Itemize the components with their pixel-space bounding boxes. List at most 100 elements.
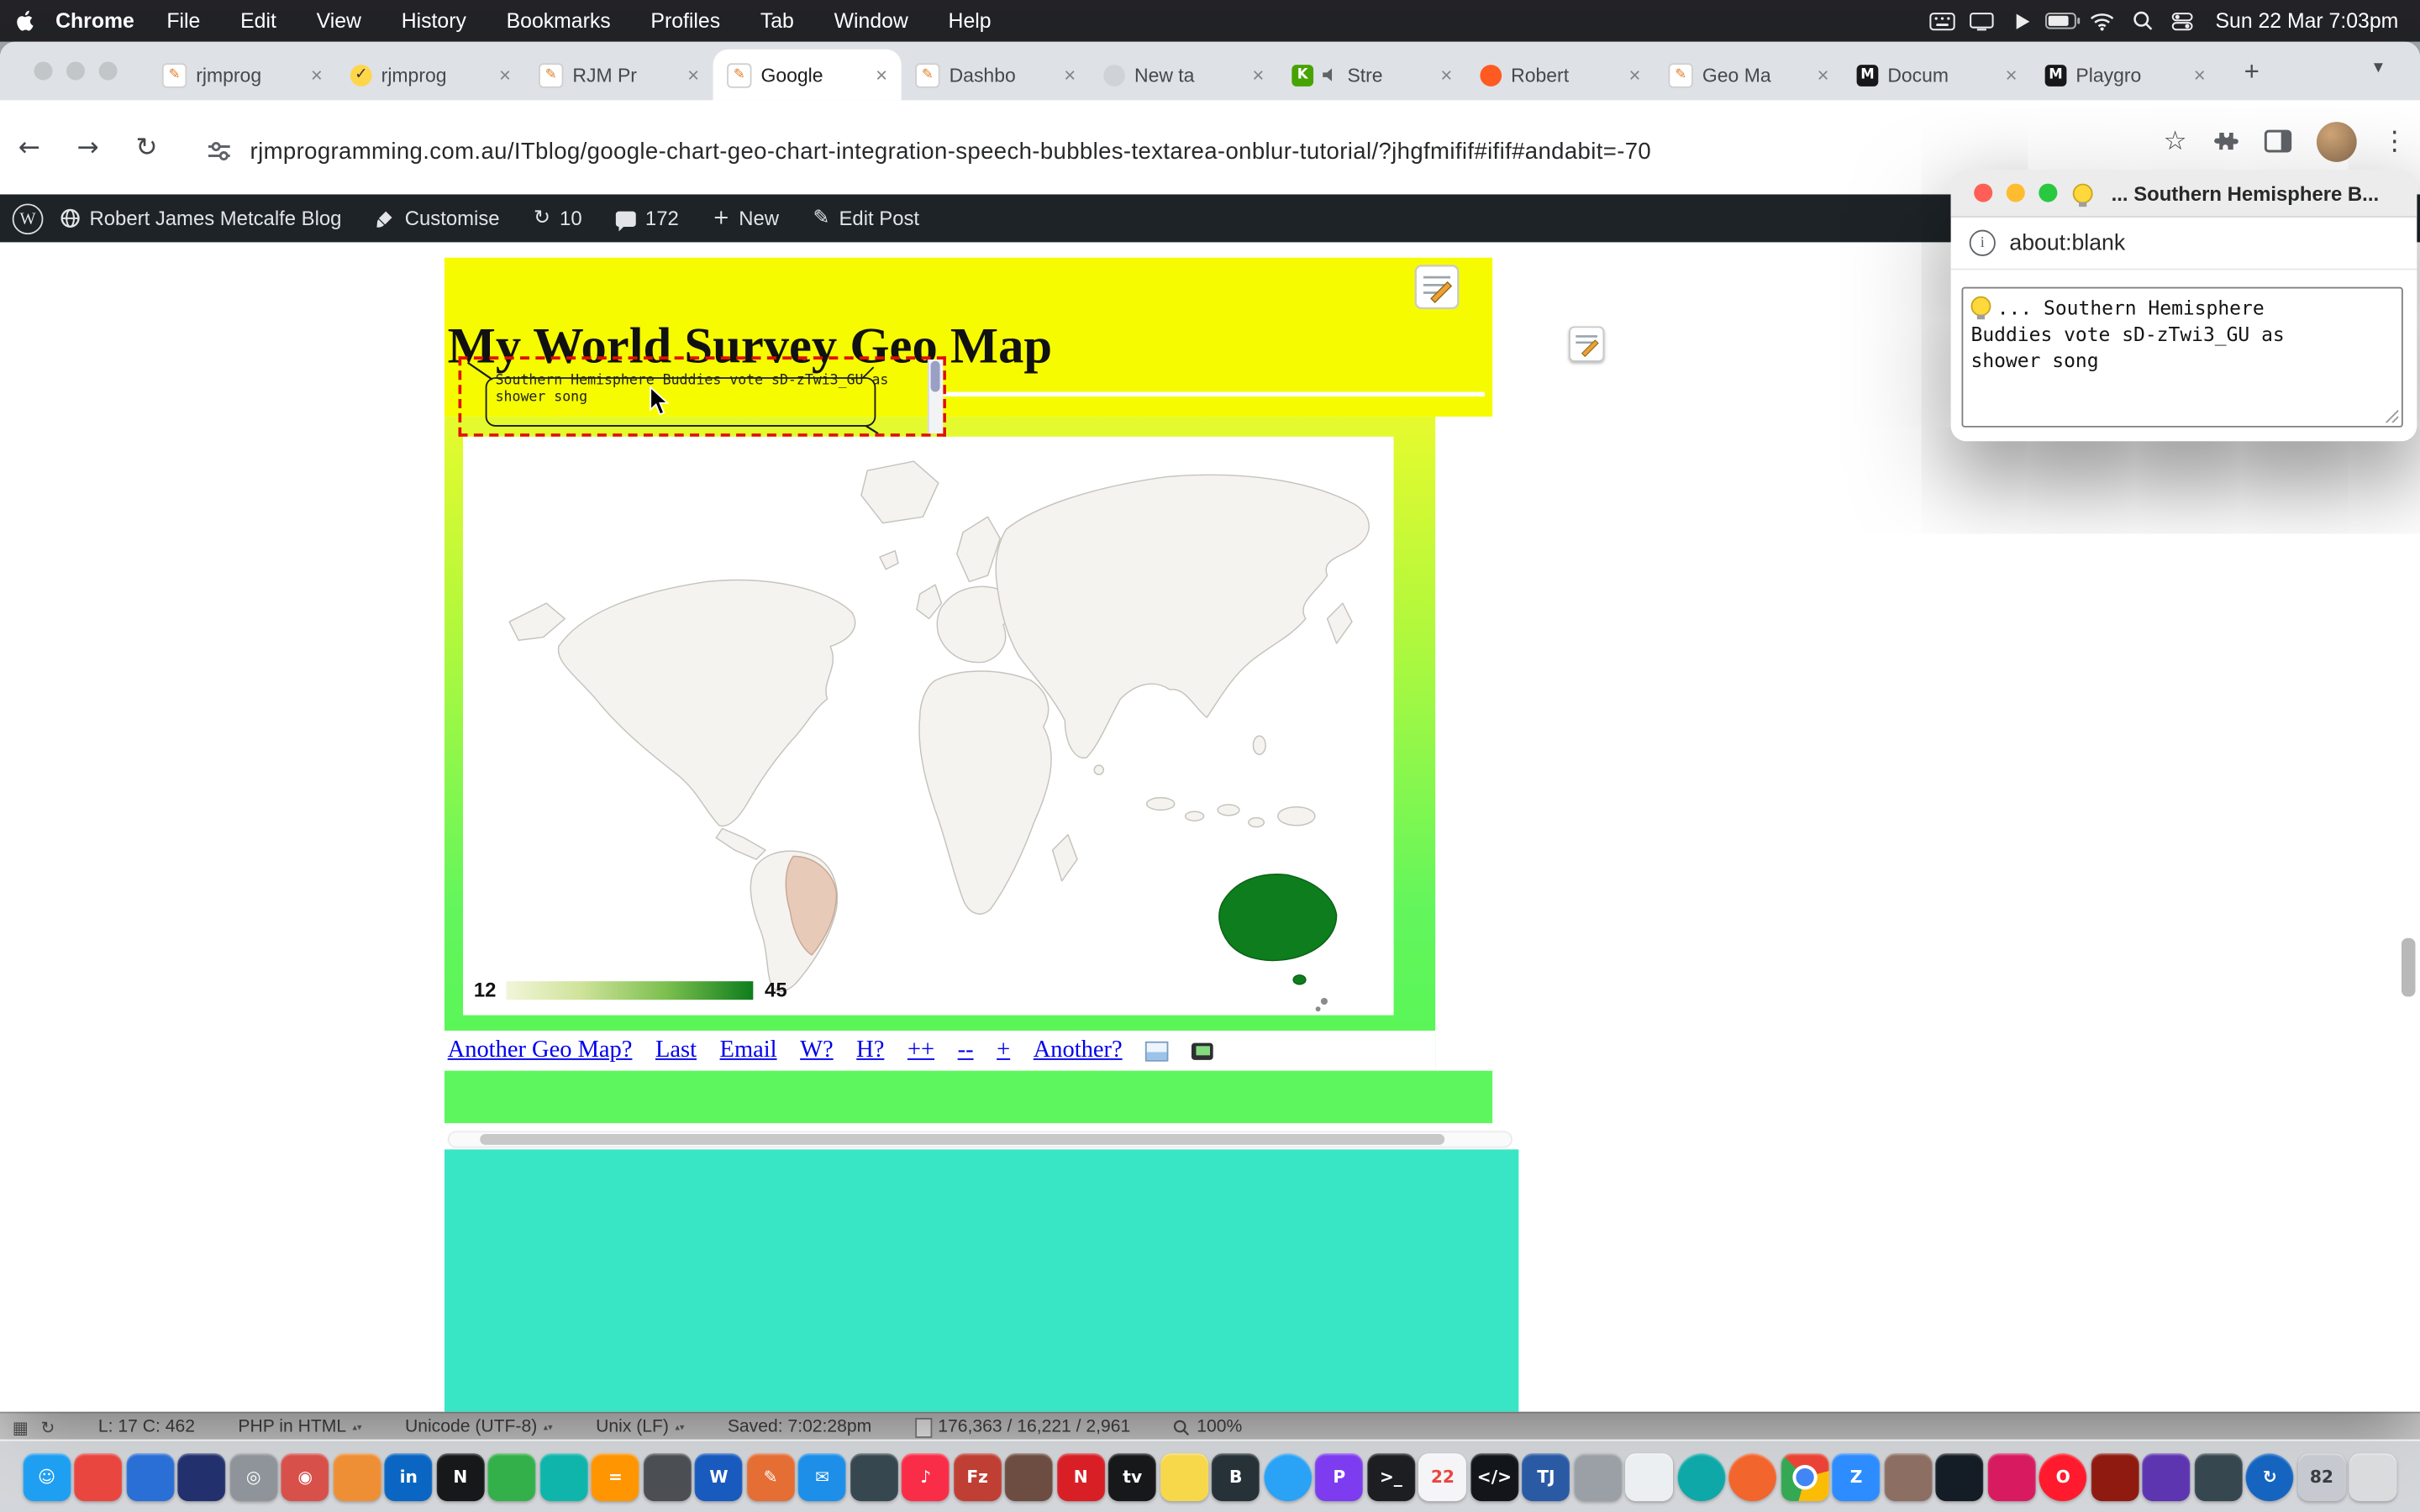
dock-icon-filezilla[interactable]: Fz: [954, 1453, 1002, 1501]
tab-audio-icon[interactable]: [1323, 67, 1338, 82]
page-link-email[interactable]: Email: [720, 1037, 777, 1064]
browser-tab-docum[interactable]: MDocum×: [1843, 50, 2031, 101]
site-name-item[interactable]: Robert James Metcalfe Blog: [43, 207, 358, 230]
page-link-another[interactable]: Another?: [1034, 1037, 1123, 1064]
menu-item-tab[interactable]: Tab: [740, 9, 814, 33]
dock-icon-app-violet[interactable]: [2143, 1453, 2191, 1501]
dock-icon-apple-tv[interactable]: tv: [1108, 1453, 1156, 1501]
popup-titlebar[interactable]: ... Southern Hemisphere B...: [1951, 170, 2417, 218]
menu-item-history[interactable]: History: [381, 9, 487, 33]
encoding-menu[interactable]: Unicode (UTF-8)▴▾: [405, 1418, 553, 1436]
control-center-icon[interactable]: [2163, 12, 2203, 30]
dock-icon-app-darkred[interactable]: [2091, 1453, 2139, 1501]
tab-close-button[interactable]: ×: [311, 65, 323, 85]
dock-icon-launchpad[interactable]: [75, 1453, 123, 1501]
menu-item-help[interactable]: Help: [929, 9, 1012, 33]
dock-icon-sync[interactable]: ↻: [2246, 1453, 2294, 1501]
close-window-button[interactable]: [1974, 184, 1992, 202]
dock-icon-notes[interactable]: [1160, 1453, 1208, 1501]
tab-close-button[interactable]: ×: [2194, 65, 2206, 85]
dock-icon-system-settings[interactable]: ◎: [229, 1453, 277, 1501]
minimize-window-button[interactable]: [2007, 184, 2025, 202]
dock-icon-app-teal-round[interactable]: [1677, 1453, 1725, 1501]
photo-icon[interactable]: [1145, 1041, 1169, 1061]
tab-close-button[interactable]: ×: [2006, 65, 2018, 85]
tab-close-button[interactable]: ×: [1252, 65, 1264, 85]
dock-icon-app-purple[interactable]: P: [1315, 1453, 1363, 1501]
back-button[interactable]: ←: [0, 132, 59, 163]
zoom-level[interactable]: 100%: [1174, 1418, 1243, 1436]
forward-button[interactable]: →: [59, 132, 118, 163]
dock-icon-zoom[interactable]: Z: [1833, 1453, 1881, 1501]
address-bar[interactable]: rjmprogramming.com.au/ITblog/google-char…: [207, 128, 2034, 174]
updates-item[interactable]: ↻ 10: [517, 207, 599, 230]
speech-bubble-textarea[interactable]: Southern Hemisphere Buddies vote sD-zTwi…: [459, 356, 946, 437]
browser-tab-rjm-pr[interactable]: ✎RJM Pr×: [524, 50, 713, 101]
popup-url-text[interactable]: about:blank: [2009, 231, 2125, 255]
horizontal-scrollbar[interactable]: [448, 1131, 1512, 1147]
notepad-edit-icon[interactable]: [1413, 264, 1460, 310]
dock-icon-tj-app[interactable]: TJ: [1522, 1453, 1570, 1501]
notepad-edit-icon-small[interactable]: [1568, 326, 1605, 363]
profile-avatar[interactable]: [2317, 122, 2357, 162]
minimize-window-button[interactable]: [66, 61, 85, 80]
dock-icon-app-taupe[interactable]: [1884, 1453, 1932, 1501]
browser-tab-geo-ma[interactable]: ✎Geo Ma×: [1655, 50, 1843, 101]
page-link-w[interactable]: W?: [800, 1037, 834, 1064]
dock-icon-app-charcoal[interactable]: [643, 1453, 691, 1501]
page-link-[interactable]: ++: [908, 1037, 934, 1064]
dock-icon-safari[interactable]: [1264, 1453, 1312, 1501]
page-link-h[interactable]: H?: [856, 1037, 884, 1064]
language-menu[interactable]: PHP in HTML▴▾: [238, 1418, 361, 1436]
menu-item-profiles[interactable]: Profiles: [631, 9, 740, 33]
wifi-icon[interactable]: [2083, 12, 2123, 30]
menu-item-edit[interactable]: Edit: [220, 9, 296, 33]
browser-tab-stre[interactable]: KStre×: [1278, 50, 1466, 101]
dock-icon-app-teal[interactable]: [539, 1453, 587, 1501]
menu-item-file[interactable]: File: [147, 9, 221, 33]
zoom-window-button[interactable]: [99, 61, 118, 80]
customise-item[interactable]: Customise: [359, 207, 517, 230]
browser-tab-robert[interactable]: Robert×: [1466, 50, 1655, 101]
browser-tab-rjmprog[interactable]: ✓rjmprog×: [336, 50, 524, 101]
dock-icon-photo-booth[interactable]: [850, 1453, 898, 1501]
browser-tab-playgro[interactable]: MPlaygro×: [2031, 50, 2219, 101]
dock-icon-word[interactable]: W: [695, 1453, 743, 1501]
tab-search-chevron-icon[interactable]: ▾: [2374, 55, 2383, 77]
site-settings-icon[interactable]: [207, 139, 231, 163]
new-tab-button[interactable]: +: [2235, 55, 2269, 89]
dock-icon-netflix[interactable]: N: [1057, 1453, 1105, 1501]
play-icon[interactable]: [2002, 12, 2043, 30]
popup-textarea[interactable]: ... Southern HemisphereBuddies vote sD-z…: [1961, 287, 2402, 428]
dock-icon-linkedin[interactable]: in: [385, 1453, 433, 1501]
active-app-name[interactable]: Chrome: [55, 9, 134, 33]
dock-icon-app-pink[interactable]: [1987, 1453, 2035, 1501]
browser-tab-google[interactable]: ✎Google×: [713, 50, 902, 101]
dock-icon-textedit[interactable]: ✎: [747, 1453, 795, 1501]
bookmark-star-icon[interactable]: ☆: [2164, 127, 2187, 158]
menu-dots-icon[interactable]: ⋮: [2381, 127, 2407, 158]
dock-icon-app-gray[interactable]: [1574, 1453, 1622, 1501]
display-icon[interactable]: [1962, 12, 2002, 30]
hscroll-thumb[interactable]: [480, 1134, 1444, 1145]
tab-close-button[interactable]: ×: [1818, 65, 1829, 85]
world-map[interactable]: [463, 437, 1394, 1016]
browser-tab-new-ta[interactable]: New ta×: [1090, 50, 1278, 101]
tab-close-button[interactable]: ×: [876, 65, 887, 85]
extensions-puzzle-icon[interactable]: [2212, 128, 2239, 155]
spotlight-search-icon[interactable]: [2123, 11, 2163, 31]
dock-icon-app-slate[interactable]: [2194, 1453, 2242, 1501]
dock-icon-chrome[interactable]: [1781, 1453, 1828, 1501]
url-text[interactable]: rjmprogramming.com.au/ITblog/google-char…: [250, 138, 1652, 164]
tab-close-button[interactable]: ×: [1629, 65, 1641, 85]
popup-address-bar[interactable]: i about:blank: [1951, 218, 2417, 270]
menu-item-view[interactable]: View: [297, 9, 381, 33]
linebreak-menu[interactable]: Unix (LF)▴▾: [596, 1418, 684, 1436]
dock-icon-app-green[interactable]: [488, 1453, 536, 1501]
page-link-[interactable]: --: [958, 1037, 974, 1064]
edit-post-item[interactable]: ✎ Edit Post: [796, 207, 936, 230]
dock-icon-code-editor[interactable]: </>: [1470, 1453, 1518, 1501]
wordpress-logo-icon[interactable]: W: [13, 203, 44, 234]
comments-item[interactable]: 172: [599, 207, 696, 230]
menu-bar-clock[interactable]: Sun 22 Mar 7:03pm: [2203, 9, 2420, 33]
